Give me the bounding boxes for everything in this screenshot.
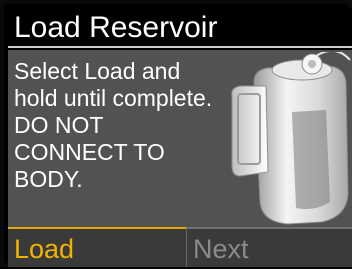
load-softkey[interactable]: Load [8, 227, 186, 267]
instruction-line: Select Load and [14, 58, 181, 84]
page-title: Load Reservoir [8, 8, 352, 48]
pump-screen: Load Reservoir Select Load and hold unti… [0, 0, 352, 267]
next-softkey[interactable]: Next [186, 227, 352, 267]
instruction-line: hold until complete. [14, 85, 213, 111]
content-area: Select Load and hold until complete. DO … [8, 50, 352, 227]
softkey-bar: Load Next [8, 227, 352, 267]
instruction-text: Select Load and hold until complete. DO … [14, 58, 236, 193]
insulin-pump-reservoir-icon [231, 52, 351, 225]
instruction-line: DO NOT [14, 112, 104, 138]
instruction-line: BODY. [14, 166, 83, 192]
instruction-line: CONNECT TO [14, 139, 165, 165]
